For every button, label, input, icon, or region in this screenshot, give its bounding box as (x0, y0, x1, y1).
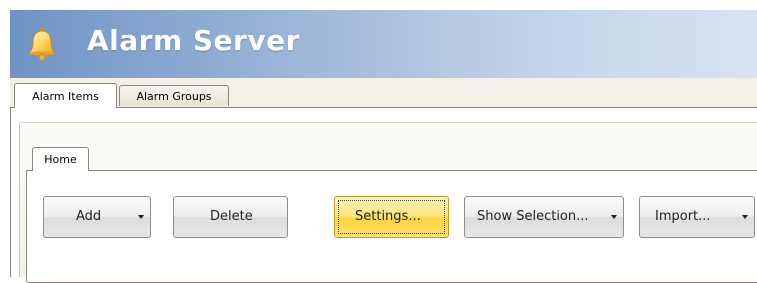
import-button-label: Import... (655, 209, 711, 224)
delete-button-label: Delete (210, 209, 253, 224)
ribbon-home-panel: Add Delete Settings... Show Selection...… (26, 170, 757, 283)
outer-tab-bar: Alarm Items Alarm Groups Home Add Delete… (10, 78, 757, 283)
add-button[interactable]: Add (43, 196, 151, 238)
app-header: Alarm Server (10, 10, 757, 78)
chevron-down-icon (742, 215, 748, 219)
alarm-items-panel: Home Add Delete Settings... Show Selecti… (10, 108, 757, 283)
tab-alarm-groups[interactable]: Alarm Groups (119, 85, 229, 106)
delete-button[interactable]: Delete (173, 196, 288, 238)
show-selection-button-label: Show Selection... (477, 209, 589, 224)
tab-alarm-items[interactable]: Alarm Items (14, 83, 117, 108)
chevron-down-icon (138, 215, 144, 219)
bell-icon (27, 27, 57, 61)
settings-button[interactable]: Settings... (334, 196, 449, 238)
settings-button-label: Settings... (355, 209, 421, 224)
ribbon-tab-home[interactable]: Home (32, 147, 89, 171)
show-selection-button[interactable]: Show Selection... (464, 196, 624, 238)
import-button[interactable]: Import... (639, 196, 755, 238)
app-title: Alarm Server (87, 24, 300, 57)
chevron-down-icon (611, 215, 617, 219)
add-button-label: Add (76, 209, 102, 224)
ribbon: Home Add Delete Settings... Show Selecti… (19, 122, 757, 283)
